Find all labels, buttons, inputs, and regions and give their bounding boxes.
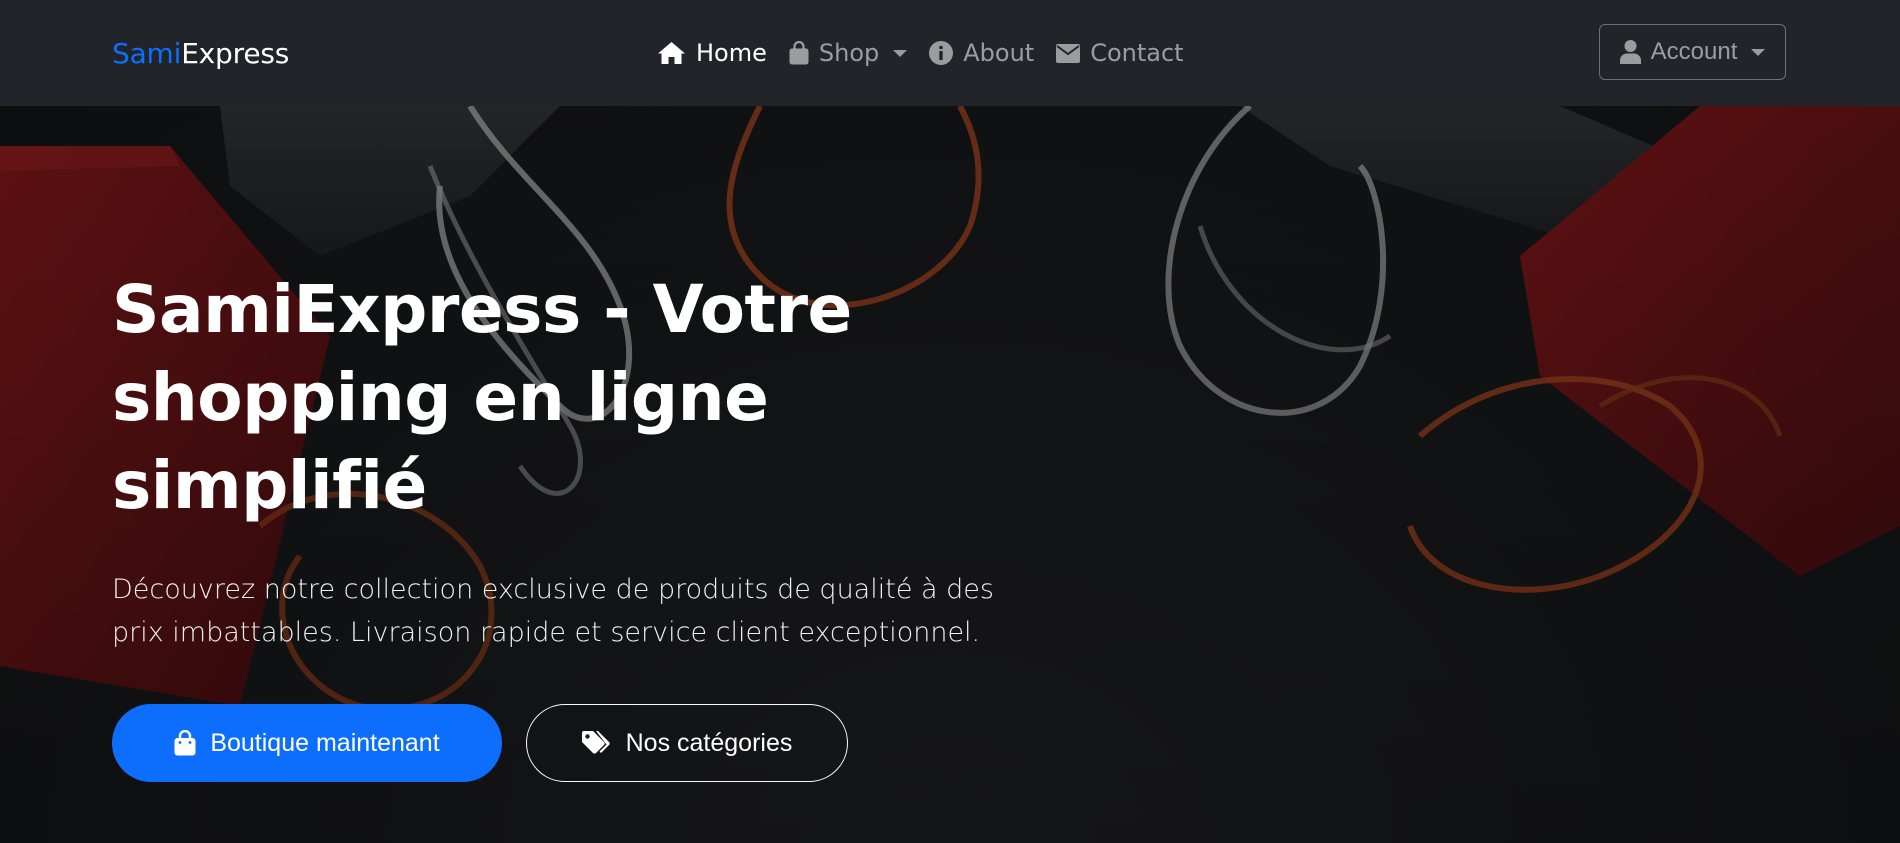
- nav-shop-label: Shop: [818, 39, 880, 67]
- account-label: Account: [1650, 38, 1738, 65]
- shop-now-button[interactable]: Boutique maintenant: [112, 704, 502, 782]
- envelope-icon: [1056, 43, 1081, 63]
- navbar: SamiExpress Home Shop About Contact Acco…: [0, 0, 1900, 106]
- nav-contact-label: Contact: [1090, 39, 1184, 67]
- categories-button[interactable]: Nos catégories: [526, 704, 848, 782]
- user-icon: [1619, 40, 1641, 64]
- home-icon: [658, 42, 685, 64]
- nav-home-label: Home: [696, 39, 767, 67]
- hero-section: SamiExpress - Votre shopping en ligne si…: [0, 106, 1900, 843]
- shopping-bag-icon: [174, 730, 196, 756]
- nav-shop-dropdown[interactable]: Shop: [789, 34, 908, 72]
- chevron-down-icon: [893, 49, 908, 57]
- hero-actions: Boutique maintenant Nos catégories: [112, 704, 1012, 782]
- nav-home[interactable]: Home: [657, 34, 767, 72]
- account-dropdown-button[interactable]: Account: [1599, 24, 1786, 80]
- tags-icon: [581, 731, 610, 754]
- hero-subtitle: Découvrez notre collection exclusive de …: [112, 574, 994, 648]
- hero-title: SamiExpress - Votre shopping en ligne si…: [112, 271, 852, 524]
- nav-contact[interactable]: Contact: [1056, 34, 1184, 72]
- brand-part-express: Express: [181, 37, 290, 70]
- shop-now-label: Boutique maintenant: [210, 728, 440, 757]
- main-nav: Home Shop About Contact: [657, 34, 1206, 72]
- shopping-bag-icon: [789, 41, 809, 65]
- nav-about-label: About: [963, 39, 1035, 67]
- hero-content: SamiExpress - Votre shopping en ligne si…: [112, 266, 1012, 782]
- chevron-down-icon: [1751, 48, 1766, 56]
- brand-part-sami: Sami: [112, 37, 182, 70]
- categories-label: Nos catégories: [625, 728, 793, 757]
- brand-logo[interactable]: SamiExpress: [112, 36, 289, 72]
- nav-about[interactable]: About: [929, 34, 1034, 72]
- info-circle-icon: [929, 41, 954, 65]
